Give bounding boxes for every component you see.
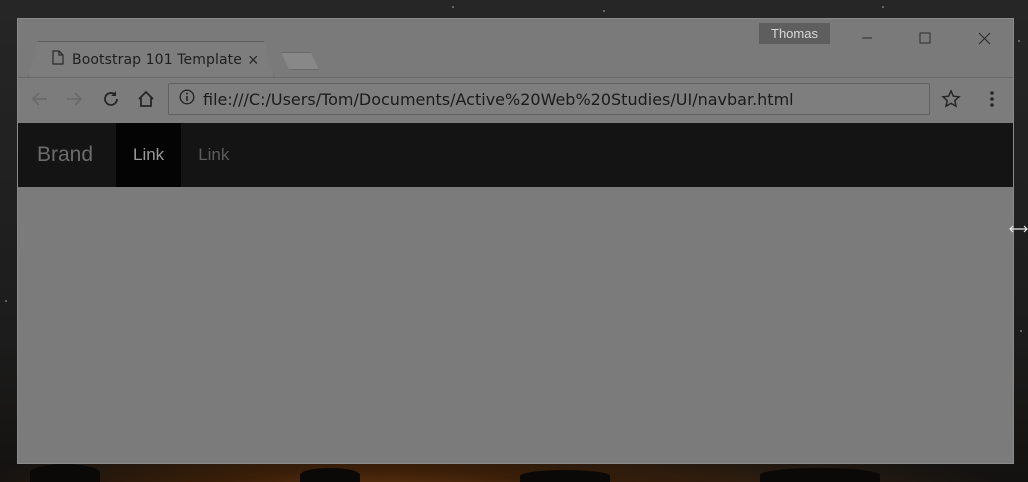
reload-button[interactable] bbox=[101, 90, 121, 113]
home-icon bbox=[137, 90, 155, 113]
reload-icon bbox=[102, 90, 120, 113]
nav-link[interactable]: Link bbox=[181, 123, 246, 187]
navbar-brand[interactable]: Brand bbox=[18, 123, 116, 187]
minimize-button[interactable] bbox=[844, 23, 890, 53]
profile-badge[interactable]: Thomas bbox=[759, 23, 830, 44]
close-window-button[interactable] bbox=[961, 23, 1007, 53]
back-arrow-icon bbox=[31, 90, 49, 113]
tab-close-icon[interactable]: × bbox=[248, 51, 259, 69]
browser-window: Bootstrap 101 Template × Thomas file:///… bbox=[17, 18, 1014, 464]
menu-button[interactable] bbox=[982, 90, 1002, 113]
page-content bbox=[18, 187, 1013, 463]
bookmark-button[interactable] bbox=[941, 88, 961, 114]
menu-dots-icon bbox=[989, 90, 995, 113]
maximize-icon bbox=[919, 32, 931, 44]
page-icon bbox=[52, 49, 64, 70]
tab-content: Bootstrap 101 Template bbox=[52, 41, 242, 78]
close-icon bbox=[978, 32, 991, 45]
minimize-icon bbox=[861, 32, 873, 44]
page-navbar: Brand Link Link bbox=[18, 123, 1013, 187]
address-bar[interactable]: file:///C:/Users/Tom/Documents/Active%20… bbox=[168, 83, 930, 115]
info-icon[interactable] bbox=[179, 88, 195, 110]
resize-cursor-icon bbox=[1009, 221, 1028, 239]
tab-title: Bootstrap 101 Template bbox=[72, 51, 242, 68]
nav-link-active[interactable]: Link bbox=[116, 123, 182, 187]
maximize-button[interactable] bbox=[902, 23, 948, 53]
title-bar: Bootstrap 101 Template × Thomas bbox=[18, 19, 1013, 78]
forward-button[interactable] bbox=[64, 91, 84, 111]
forward-arrow-icon bbox=[65, 90, 83, 113]
url-text[interactable]: file:///C:/Users/Tom/Documents/Active%20… bbox=[203, 90, 794, 109]
star-icon bbox=[941, 88, 961, 114]
home-button[interactable] bbox=[136, 90, 156, 113]
browser-toolbar: file:///C:/Users/Tom/Documents/Active%20… bbox=[18, 77, 1013, 123]
new-tab-button[interactable] bbox=[281, 52, 319, 70]
back-button[interactable] bbox=[30, 91, 50, 111]
